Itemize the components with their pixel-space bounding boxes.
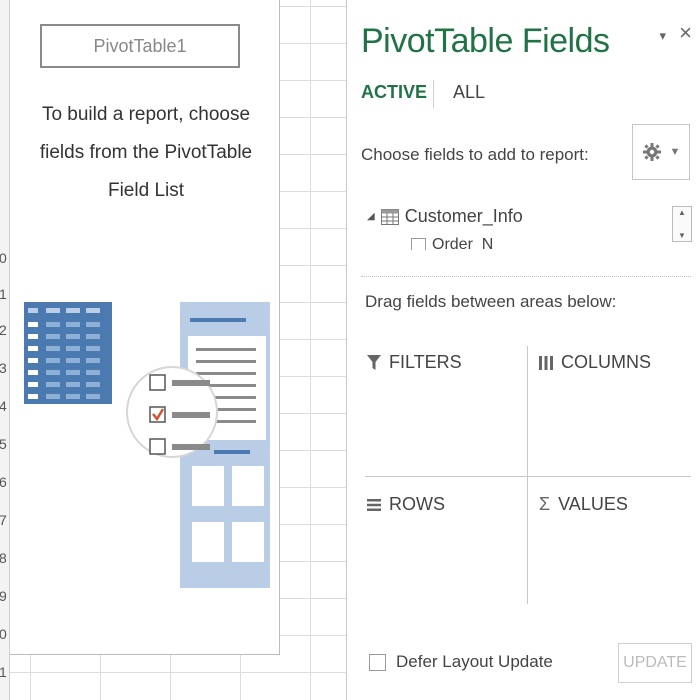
gear-icon xyxy=(642,143,661,161)
scroll-up-icon[interactable]: ▲ xyxy=(678,208,686,217)
tools-button[interactable]: ▼ xyxy=(632,124,690,180)
drag-fields-label: Drag fields between areas below: xyxy=(365,292,617,311)
defer-layout-update[interactable]: Defer Layout Update xyxy=(369,652,553,672)
field-list-scrollbar[interactable]: ▲ ▼ xyxy=(672,206,692,242)
tab-separator xyxy=(433,80,434,108)
filters-label: FILTERS xyxy=(389,352,462,372)
pane-splitter[interactable] xyxy=(361,276,691,277)
scroll-down-icon[interactable]: ▼ xyxy=(678,231,686,240)
areas-divider xyxy=(365,476,691,477)
pivottable-illustration-icon xyxy=(24,302,270,588)
pivottable-name: PivotTable1 xyxy=(40,24,240,68)
collapse-triangle-icon[interactable]: ◢ xyxy=(367,211,375,222)
table-name: Customer_Info xyxy=(404,206,523,226)
row-number[interactable]: 1 xyxy=(0,664,7,680)
choose-fields-label: Choose fields to add to report: xyxy=(361,145,589,164)
filter-icon xyxy=(367,354,381,370)
row-number[interactable]: 1 xyxy=(0,286,7,302)
values-label: VALUES xyxy=(558,494,628,514)
pane-options-chevron-down-icon[interactable]: ▾ xyxy=(659,28,666,44)
field-list[interactable]: ◢ Customer_Info Order_N xyxy=(361,198,691,250)
row-header-column[interactable]: 0 1 2 3 4 5 6 7 8 9 0 1 xyxy=(0,0,10,700)
pivottable-instructions: To build a report, choose fields from th… xyxy=(39,104,253,201)
chevron-down-icon: ▼ xyxy=(669,146,681,158)
field-item[interactable]: Order_N xyxy=(411,236,493,250)
columns-icon xyxy=(539,355,553,370)
tab-active[interactable]: ACTIVE xyxy=(361,82,427,103)
rows-label: ROWS xyxy=(389,494,445,514)
row-number[interactable]: 5 xyxy=(0,436,7,452)
row-number[interactable]: 3 xyxy=(0,360,7,376)
pivottable-fields-pane: PivotTable Fields ▾ × ACTIVE ALL Choose … xyxy=(346,0,700,700)
row-number[interactable]: 2 xyxy=(0,322,7,338)
filters-area[interactable]: FILTERS xyxy=(367,352,462,373)
columns-label: COLUMNS xyxy=(561,352,652,372)
row-number[interactable]: 8 xyxy=(0,550,7,566)
row-number[interactable]: 0 xyxy=(0,250,7,266)
close-icon[interactable]: × xyxy=(679,20,692,46)
row-number[interactable]: 9 xyxy=(0,588,7,604)
columns-area[interactable]: COLUMNS xyxy=(539,352,651,373)
rows-area[interactable]: ROWS xyxy=(367,494,445,515)
pane-title: PivotTable Fields xyxy=(361,22,610,60)
defer-layout-checkbox[interactable] xyxy=(369,653,386,671)
update-button[interactable]: UPDATE xyxy=(618,643,692,683)
defer-layout-label: Defer Layout Update xyxy=(396,652,553,671)
table-icon xyxy=(380,208,399,225)
row-number[interactable]: 7 xyxy=(0,512,7,528)
row-number[interactable]: 0 xyxy=(0,626,7,642)
pivottable-placeholder[interactable]: PivotTable1 To build a report, choose fi… xyxy=(10,0,280,655)
tab-all[interactable]: ALL xyxy=(453,82,485,103)
field-item-label: Order_N xyxy=(432,236,494,250)
row-number[interactable]: 4 xyxy=(0,398,7,414)
field-checkbox[interactable] xyxy=(411,237,426,250)
areas-divider xyxy=(527,346,528,604)
row-number[interactable]: 6 xyxy=(0,474,7,490)
values-area[interactable]: Σ VALUES xyxy=(539,494,628,515)
table-node[interactable]: ◢ Customer_Info xyxy=(367,206,523,227)
sigma-icon: Σ xyxy=(539,494,551,514)
rows-icon xyxy=(367,498,381,511)
